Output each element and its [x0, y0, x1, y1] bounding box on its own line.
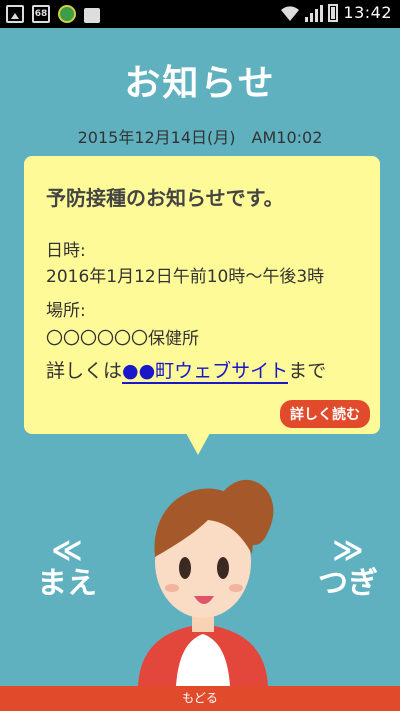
place-label: 場所: [46, 301, 86, 321]
speech-bubble-tail [186, 433, 210, 455]
notice-card: 予防接種のお知らせです。 日時: 2016年1月12日午前10時〜午後3時 場所… [24, 156, 380, 434]
next-button[interactable]: ≫ つぎ [310, 536, 386, 602]
status-bar: 68 13:42 [0, 0, 400, 28]
prev-arrow-icon: ≪ [51, 533, 83, 568]
mascot-girl-illustration [138, 479, 274, 686]
more-info-text: 詳しくは●●町ウェブサイトまで [46, 356, 327, 384]
website-link[interactable]: ●●町ウェブサイト [122, 360, 289, 384]
next-label: つぎ [318, 566, 378, 601]
date-label: 日時: [46, 241, 86, 261]
date-value: 2016年1月12日午前10時〜午後3時 [46, 267, 325, 287]
signal-icon [305, 4, 324, 22]
read-more-button[interactable]: 詳しく読む [280, 400, 370, 428]
notice-datetime: 2015年12月14日(月) AM10:02 [77, 128, 323, 147]
notice-heading: 予防接種のお知らせです。 [46, 186, 284, 210]
bag-icon [84, 7, 100, 23]
page-title: お知らせ [124, 63, 276, 104]
next-arrow-icon: ≫ [332, 533, 364, 568]
image-icon [6, 5, 24, 23]
wifi-icon [281, 5, 300, 21]
back-button[interactable]: もどる [0, 686, 400, 711]
prev-label: まえ [37, 566, 97, 601]
prev-button[interactable]: ≪ まえ [32, 536, 102, 602]
battery-icon [328, 3, 339, 22]
status-time: 13:42 [343, 3, 392, 22]
globe-icon [58, 5, 76, 23]
more-prefix: 詳しくは [46, 360, 123, 382]
more-suffix: まで [288, 360, 327, 382]
place-value: 〇〇〇〇〇〇保健所 [46, 329, 199, 349]
badge-icon: 68 [32, 5, 50, 23]
